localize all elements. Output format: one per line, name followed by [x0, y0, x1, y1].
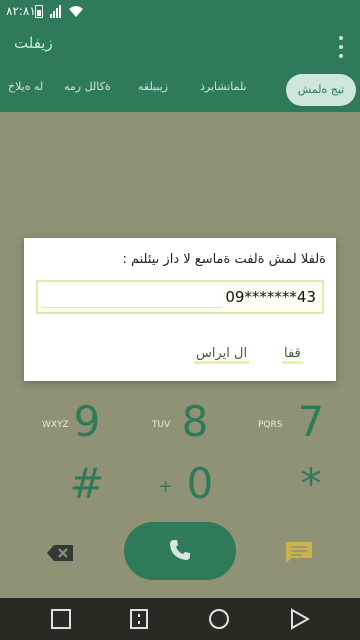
dialpad-letters-8: TUV [152, 420, 171, 430]
cancel-button[interactable]: ال ايراس [194, 346, 250, 364]
dialpad-key-8[interactable]: 8 [170, 398, 220, 446]
dialpad-letters-0: + [158, 476, 174, 497]
dialpad-letters-9: WXYZ [42, 420, 69, 430]
tab-2[interactable]: ىلماتشايرذ [200, 80, 247, 93]
call-button[interactable] [124, 522, 236, 580]
phone-icon [170, 540, 190, 560]
ok-button[interactable]: قفا [282, 346, 303, 364]
app-bar: زيفلت [0, 24, 360, 68]
dialpad-row: 9 WXYZ 8 TUV 7 PQRS [0, 398, 360, 458]
status-bar: ٨٢:٨١ [0, 0, 360, 24]
ussd-input-area[interactable] [42, 286, 222, 308]
dialpad-key-9[interactable]: 9 [62, 398, 112, 446]
tab-3[interactable]: زيبيلقه [138, 80, 168, 93]
dialpad-key-hash[interactable]: # [62, 460, 112, 508]
dialpad-row: # 0 + * [0, 460, 360, 520]
dialpad-key-0[interactable]: 0 [180, 460, 220, 508]
sms-icon[interactable] [284, 540, 314, 564]
navigation-bar [0, 598, 360, 640]
status-time: ٨٢:٨١ [6, 4, 36, 18]
back-icon[interactable] [288, 608, 310, 630]
dialpad-key-7[interactable]: 7 [286, 398, 336, 446]
backspace-icon[interactable] [46, 544, 74, 562]
app-title: زيفلت [14, 34, 53, 52]
wifi-icon [69, 6, 83, 17]
recents-icon[interactable] [50, 608, 72, 630]
signal-icon [50, 5, 64, 18]
dialog-message: ةلفلا لمش ةلفت ةماسع لا داز ىيئلنم : [122, 252, 326, 267]
tab-active[interactable]: تيج ەلمش [286, 74, 356, 106]
ussd-input[interactable]: 09*******43 [36, 280, 324, 314]
battery-icon [35, 5, 43, 18]
home-icon[interactable] [208, 608, 230, 630]
tab-4[interactable]: ةكالل رمه [64, 80, 111, 93]
more-vert-icon[interactable] [338, 36, 344, 58]
dialpad-letters-7: PQRS [258, 420, 283, 430]
dialpad-key-star[interactable]: * [286, 460, 336, 508]
ussd-dialog: ةلفلا لمش ةلفت ةماسع لا داز ىيئلنم : 09*… [24, 238, 336, 381]
tab-5[interactable]: له ەيلاخ [8, 80, 43, 93]
sim-switch-icon[interactable] [128, 608, 150, 630]
ussd-input-value: 09*******43 [225, 288, 316, 306]
